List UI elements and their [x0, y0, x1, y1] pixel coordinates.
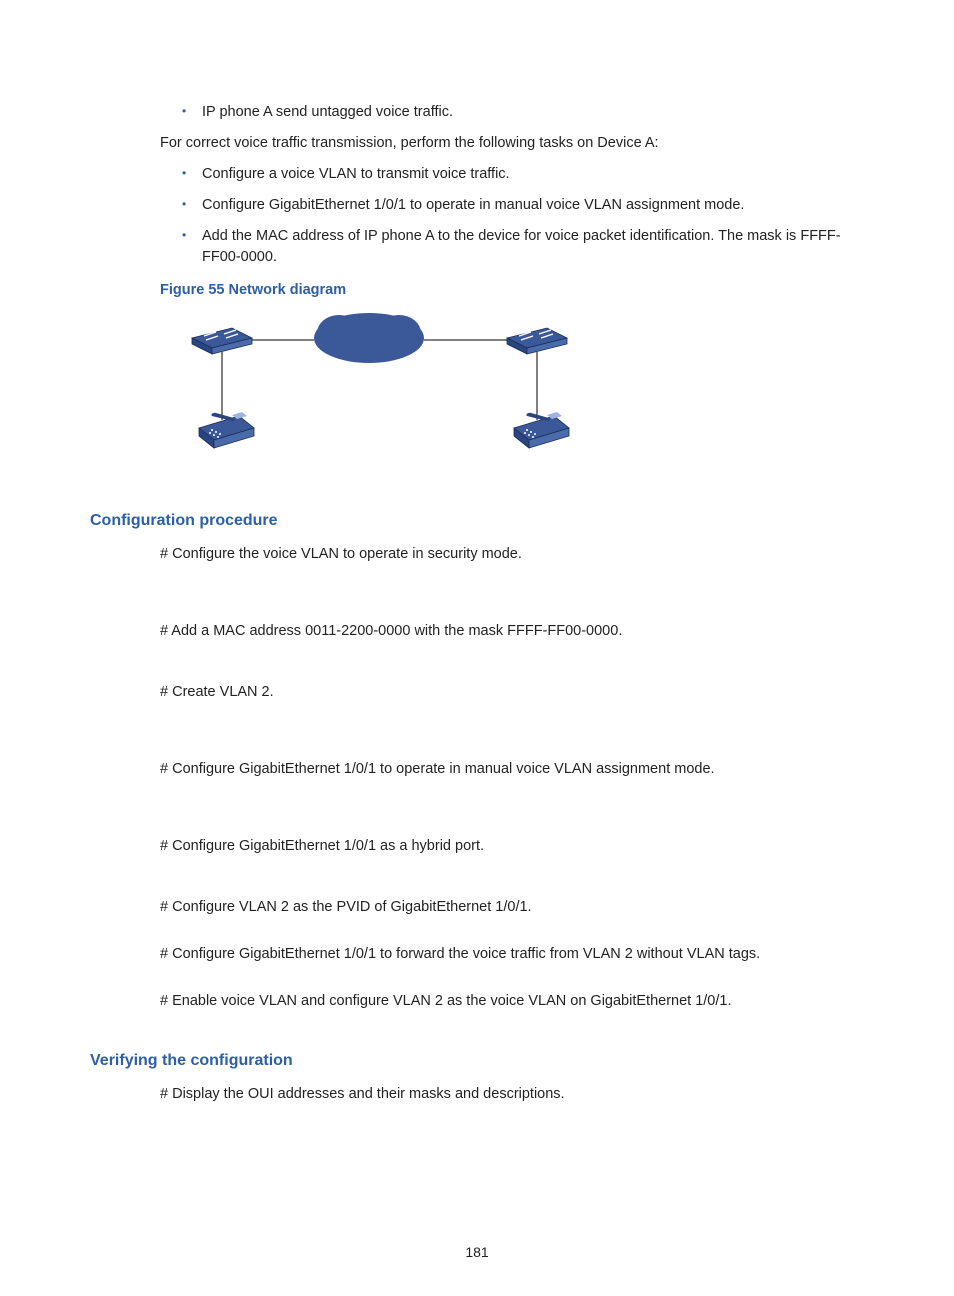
step-text: # Display the OUI addresses and their ma… [160, 1084, 864, 1105]
list-item: Configure a voice VLAN to transmit voice… [182, 164, 864, 185]
step-text: # Configure GigabitEthernet 1/0/1 as a h… [160, 836, 864, 857]
list-item: Configure GigabitEthernet 1/0/1 to opera… [182, 195, 864, 216]
step-text: # Configure GigabitEthernet 1/0/1 to for… [160, 944, 864, 965]
page: IP phone A send untagged voice traffic. … [0, 0, 954, 1296]
step-text: # Add a MAC address 0011-2200-0000 with … [160, 621, 864, 642]
ip-phone-icon [514, 412, 569, 448]
task-bullet-list: Configure a voice VLAN to transmit voice… [160, 164, 864, 268]
step-text: # Configure the voice VLAN to operate in… [160, 544, 864, 565]
figure-caption: Figure 55 Network diagram [160, 282, 864, 298]
diagram-svg [174, 308, 574, 468]
step-text: # Create VLAN 2. [160, 682, 864, 703]
config-steps: # Configure the voice VLAN to operate in… [160, 544, 864, 1012]
top-bullet-list: IP phone A send untagged voice traffic. [160, 102, 864, 123]
step-text: # Enable voice VLAN and configure VLAN 2… [160, 991, 864, 1012]
list-item: Add the MAC address of IP phone A to the… [182, 226, 864, 268]
step-text: # Configure GigabitEthernet 1/0/1 to ope… [160, 759, 864, 780]
list-item: IP phone A send untagged voice traffic. [182, 102, 864, 123]
intro-paragraph: For correct voice traffic transmission, … [160, 133, 864, 154]
verify-steps: # Display the OUI addresses and their ma… [160, 1084, 864, 1105]
step-text: # Configure VLAN 2 as the PVID of Gigabi… [160, 897, 864, 918]
content-block: IP phone A send untagged voice traffic. … [160, 102, 864, 472]
section-heading-config: Configuration procedure [90, 512, 864, 530]
page-number: 181 [0, 1244, 954, 1260]
switch-icon [192, 328, 252, 354]
network-diagram [174, 308, 864, 472]
ip-phone-icon [199, 412, 254, 448]
switch-icon [507, 328, 567, 354]
section-heading-verify: Verifying the configuration [90, 1052, 864, 1070]
